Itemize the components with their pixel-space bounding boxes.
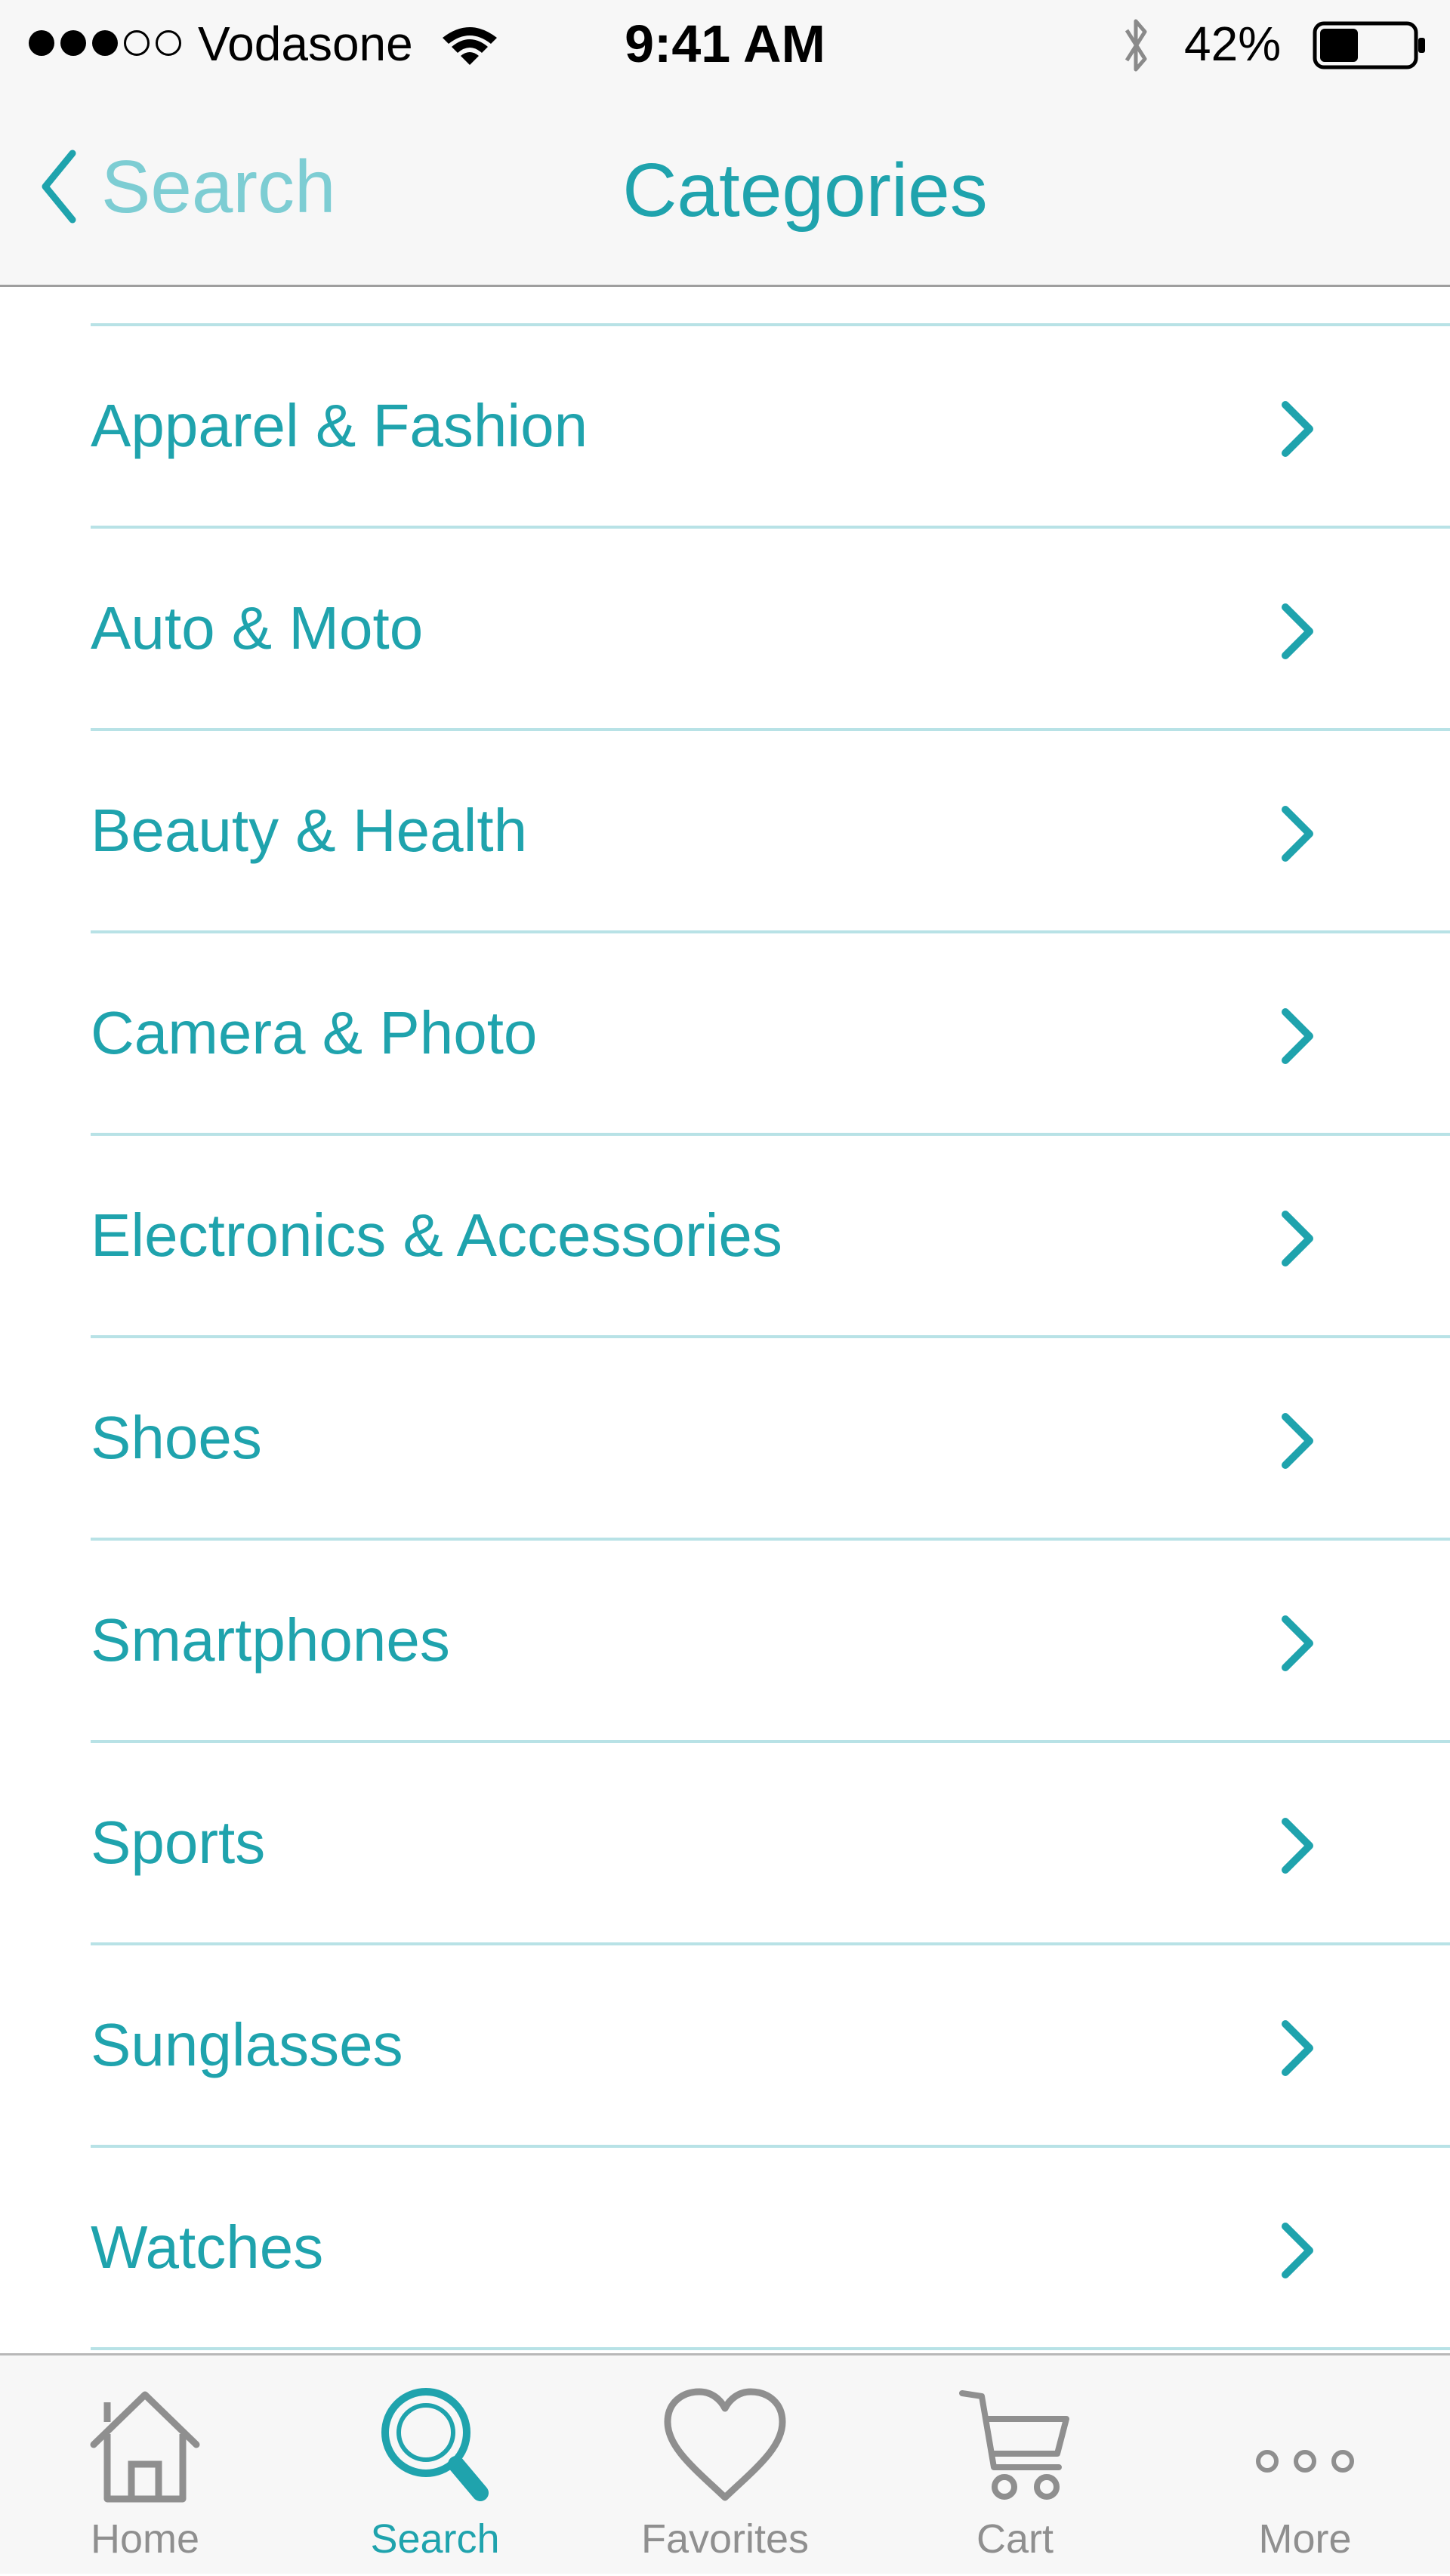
tab-home[interactable]: Home — [0, 2355, 290, 2576]
bluetooth-icon — [1125, 19, 1147, 72]
tab-home-label: Home — [90, 2516, 200, 2562]
chevron-right-icon — [1282, 2223, 1313, 2278]
category-label: Shoes — [91, 1404, 262, 1471]
category-row[interactable]: Sunglasses — [0, 1945, 1450, 2145]
category-row[interactable]: Shoes — [0, 1338, 1450, 1538]
category-row[interactable]: Watches — [0, 2148, 1450, 2347]
chevron-right-icon — [1282, 1615, 1313, 1671]
tab-cart[interactable]: Cart — [870, 2355, 1160, 2576]
chevron-right-icon — [1282, 1818, 1313, 1874]
page-title: Categories — [0, 145, 1450, 236]
category-label: Auto & Moto — [91, 594, 424, 662]
category-label: Camera & Photo — [91, 999, 538, 1066]
category-label: Beauty & Health — [91, 797, 528, 864]
category-row[interactable]: Apparel & Fashion — [0, 326, 1450, 526]
chevron-right-icon — [1282, 401, 1313, 457]
tab-favorites[interactable]: Favorites — [580, 2355, 870, 2576]
category-label: Apparel & Fashion — [91, 392, 588, 459]
navigation-bar: Search Categories — [0, 89, 1450, 287]
category-label: Sports — [91, 1809, 266, 1876]
chevron-right-icon — [1282, 1211, 1313, 1266]
page-title-text: Categories — [622, 148, 988, 233]
tab-bar: Home Search Favorites Cart More — [0, 2353, 1450, 2574]
tab-favorites-label: Favorites — [640, 2516, 810, 2562]
cart-icon — [959, 2390, 1069, 2500]
category-row[interactable]: Auto & Moto — [0, 529, 1450, 728]
battery-percent: 42% — [1184, 17, 1282, 71]
battery-icon — [1313, 21, 1425, 69]
tab-more[interactable]: More — [1160, 2355, 1450, 2576]
home-icon — [90, 2391, 200, 2503]
category-row[interactable]: Sports — [0, 1743, 1450, 1942]
heart-icon — [664, 2388, 786, 2501]
category-row[interactable]: Electronics & Accessories — [0, 1136, 1450, 1335]
chevron-right-icon — [1282, 2020, 1313, 2076]
chevron-right-icon — [1282, 806, 1313, 862]
category-label: Sunglasses — [91, 2011, 403, 2078]
status-bar: Vodasone 9:41 AM 42% — [0, 0, 1450, 89]
category-row[interactable]: Beauty & Health — [0, 731, 1450, 930]
more-icon — [1256, 2450, 1354, 2473]
category-row[interactable]: Smartphones — [0, 1541, 1450, 1740]
chevron-right-icon — [1282, 1008, 1313, 1064]
category-label: Smartphones — [91, 1606, 450, 1674]
category-label: Watches — [91, 2214, 324, 2281]
tab-search-label: Search — [370, 2516, 500, 2562]
row-separator — [91, 2347, 1450, 2350]
search-icon — [381, 2388, 489, 2501]
category-label: Electronics & Accessories — [91, 1202, 782, 1269]
chevron-right-icon — [1282, 1413, 1313, 1469]
tab-search[interactable]: Search — [290, 2355, 580, 2576]
tab-more-label: More — [1258, 2516, 1352, 2562]
category-row[interactable]: Camera & Photo — [0, 933, 1450, 1133]
chevron-right-icon — [1282, 603, 1313, 659]
tab-cart-label: Cart — [976, 2516, 1054, 2562]
